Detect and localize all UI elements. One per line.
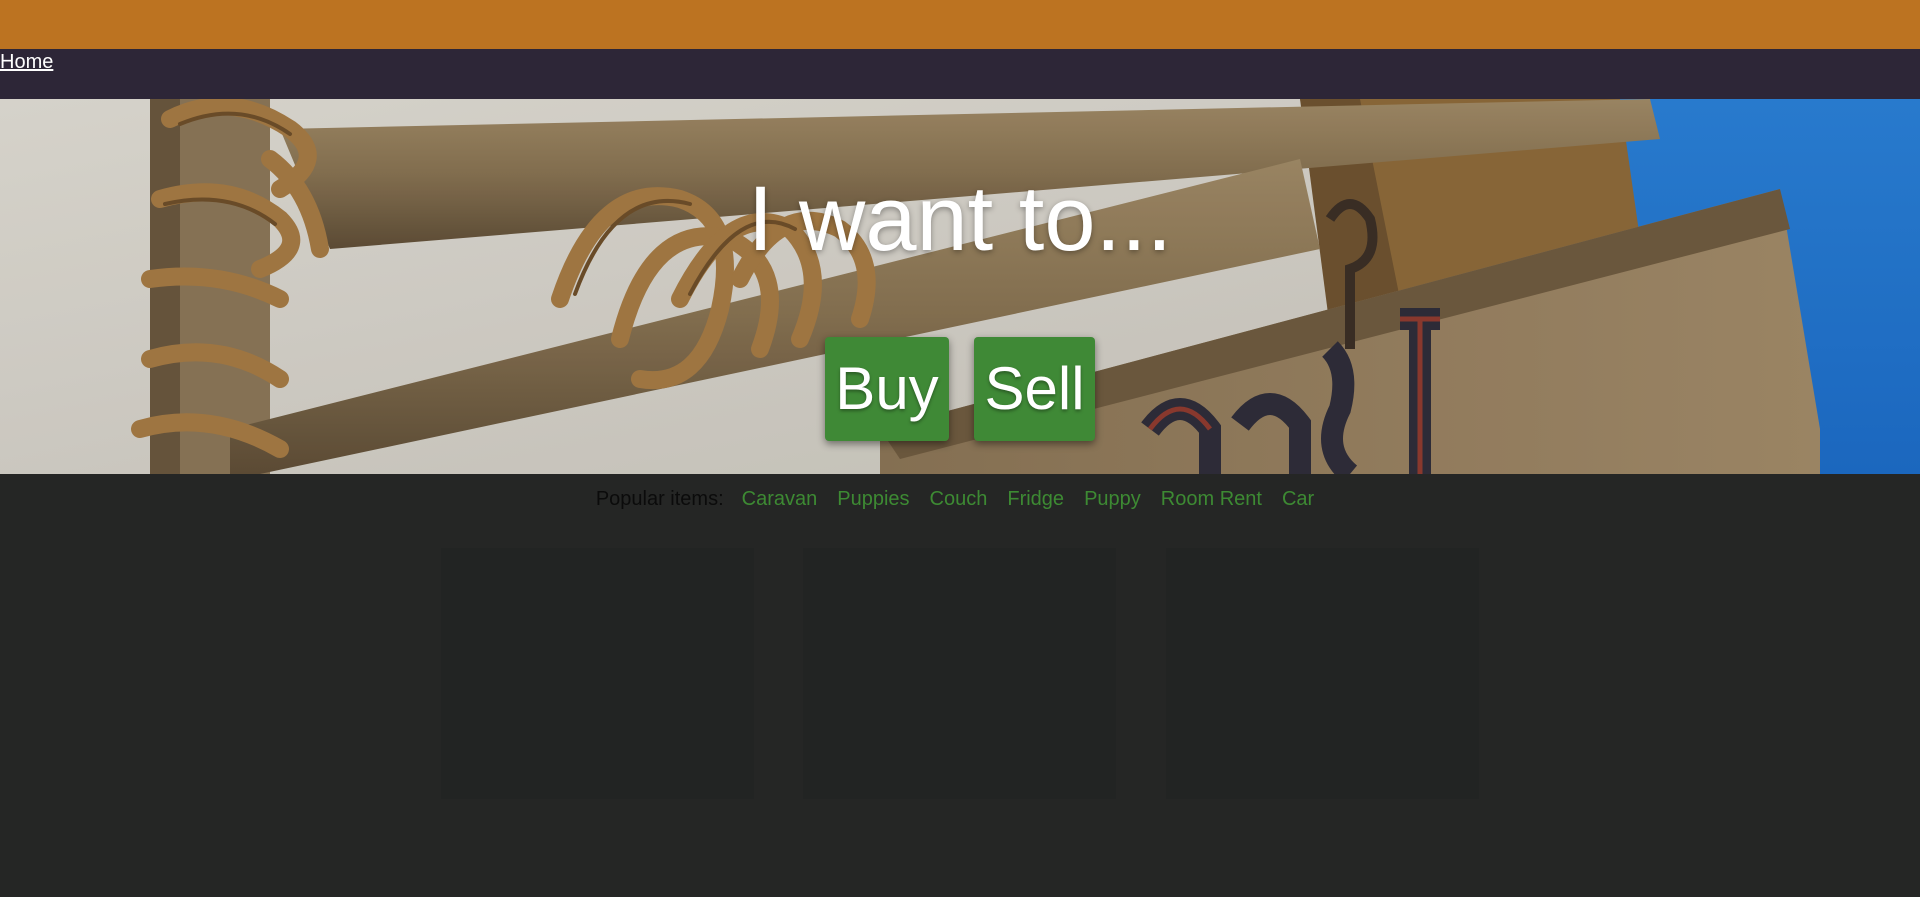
popular-item-link[interactable]: Puppies: [837, 488, 909, 510]
popular-item-link[interactable]: Room Rent: [1161, 488, 1262, 510]
popular-item-link[interactable]: Caravan: [742, 488, 818, 510]
nav-bar: Home: [0, 49, 1920, 99]
popular-item-link[interactable]: Puppy: [1084, 488, 1141, 510]
popular-items-bar: Popular items: Caravan Puppies Couch Fridge P…: [0, 474, 1920, 524]
popular-item-link[interactable]: Fridge: [1007, 488, 1064, 510]
sell-button[interactable]: Sell: [974, 337, 1095, 441]
nav-home-link[interactable]: Home: [0, 50, 53, 74]
hero-banner: I want to... Buy Sell: [0, 99, 1920, 474]
listing-card[interactable]: [803, 548, 1116, 799]
hero-background-image: [0, 99, 1920, 474]
popular-item-link[interactable]: Couch: [930, 488, 988, 510]
hero-title: I want to...: [747, 168, 1173, 270]
top-accent-bar: [0, 0, 1920, 49]
listing-card[interactable]: [441, 548, 754, 799]
popular-items-label: Popular items:: [595, 488, 724, 510]
listing-card[interactable]: [1166, 548, 1479, 799]
popular-item-link[interactable]: Car: [1282, 488, 1314, 510]
buy-button[interactable]: Buy: [825, 337, 949, 441]
